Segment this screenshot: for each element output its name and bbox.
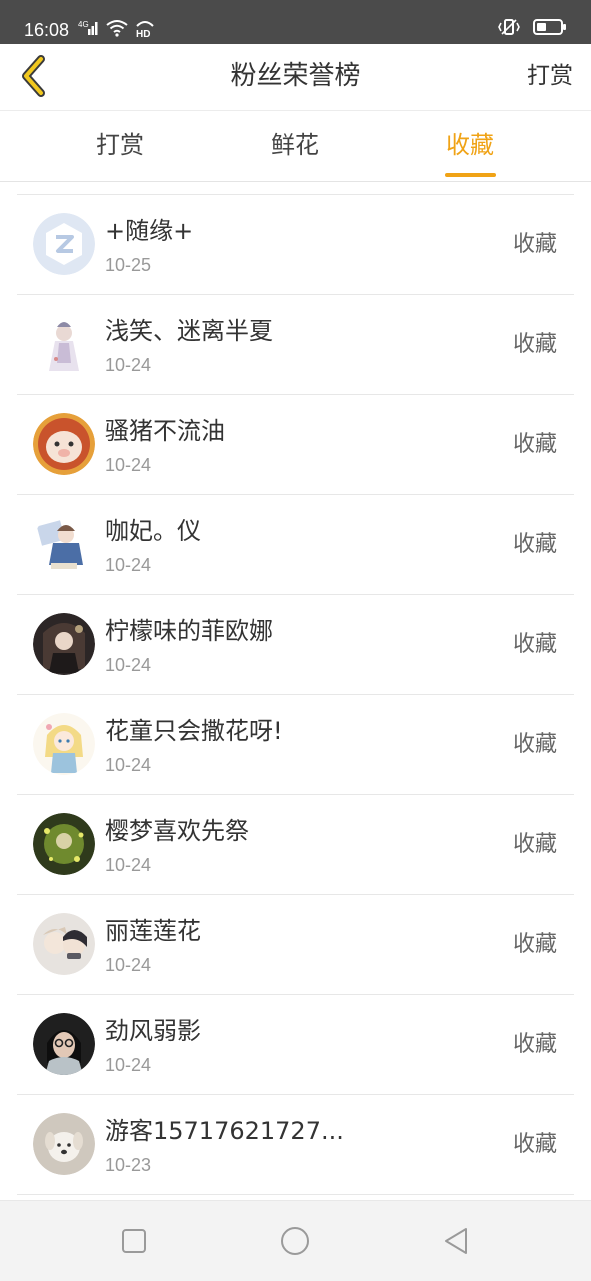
- fan-date: 10-24: [105, 955, 152, 975]
- fan-name: 丽莲莲花: [105, 917, 201, 945]
- list-item[interactable]: 劲风弱影 10-24 收藏: [17, 995, 574, 1095]
- avatar: [33, 1013, 95, 1075]
- page-title: 粉丝荣誉榜: [230, 61, 361, 91]
- list-item[interactable]: 游客15717621727... 10-23 收藏: [17, 1095, 574, 1195]
- vibrate-icon: [498, 19, 520, 35]
- fan-list: +随缘+ 10-25 收藏 浅笑、迷离半夏 10-24 收藏 骚猪不流油 10-…: [0, 195, 591, 1195]
- tab-favorites[interactable]: 收藏: [410, 127, 530, 163]
- avatar: [33, 913, 95, 975]
- tip-button[interactable]: 打赏: [527, 59, 573, 93]
- fan-action-label: 收藏: [512, 532, 557, 557]
- fan-action-label: 收藏: [512, 732, 557, 757]
- triangle-back-icon[interactable]: [440, 1225, 472, 1257]
- list-item[interactable]: 柠檬味的菲欧娜 10-24 收藏: [17, 595, 574, 695]
- circle-icon[interactable]: [279, 1225, 311, 1257]
- fan-name: +随缘+: [105, 217, 194, 245]
- active-tab-indicator: [445, 173, 496, 177]
- fan-name: 柠檬味的菲欧娜: [105, 617, 273, 645]
- list-item[interactable]: 樱梦喜欢先祭 10-24 收藏: [17, 795, 574, 895]
- status-bar: 16:08 4G HD: [0, 0, 591, 44]
- fan-name: 樱梦喜欢先祭: [105, 817, 249, 845]
- fan-date: 10-23: [105, 1155, 152, 1175]
- avatar: [33, 413, 95, 475]
- list-item[interactable]: +随缘+ 10-25 收藏: [17, 195, 574, 295]
- status-time: 16:08: [24, 20, 70, 40]
- fan-action-label: 收藏: [512, 1132, 557, 1157]
- avatar: [33, 713, 95, 775]
- list-item[interactable]: 浅笑、迷离半夏 10-24 收藏: [17, 295, 574, 395]
- fan-name: 花童只会撒花呀!: [105, 717, 283, 745]
- fan-action-label: 收藏: [512, 632, 557, 657]
- status-right-icons: [497, 18, 567, 36]
- system-nav-bar: [0, 1200, 591, 1281]
- avatar: [33, 513, 95, 575]
- avatar: [33, 313, 95, 375]
- fan-date: 10-24: [105, 755, 152, 775]
- fan-date: 10-24: [105, 455, 152, 475]
- fan-name: 骚猪不流油: [105, 417, 225, 445]
- list-item[interactable]: 咖妃。仪 10-24 收藏: [17, 495, 574, 595]
- avatar: [33, 213, 95, 275]
- tab-bar: 打赏 鲜花 收藏: [0, 111, 591, 182]
- fan-date: 10-24: [105, 355, 152, 375]
- avatar: [33, 1113, 95, 1175]
- fan-action-label: 收藏: [512, 232, 557, 257]
- list-item[interactable]: 花童只会撒花呀! 10-24 收藏: [17, 695, 574, 795]
- list-item[interactable]: 骚猪不流油 10-24 收藏: [17, 395, 574, 495]
- signal-icon: 4G: [78, 20, 98, 35]
- tab-tip[interactable]: 打赏: [60, 127, 180, 163]
- list-item[interactable]: 丽莲莲花 10-24 收藏: [17, 895, 574, 995]
- square-icon[interactable]: [118, 1225, 150, 1257]
- hd-icon: HD: [136, 21, 154, 38]
- fan-date: 10-24: [105, 1055, 152, 1075]
- fan-name: 劲风弱影: [105, 1017, 201, 1045]
- fan-date: 10-25: [105, 255, 152, 275]
- svg-text:4G: 4G: [78, 20, 89, 29]
- avatar: [33, 813, 95, 875]
- wifi-icon: [106, 20, 128, 37]
- tab-flowers[interactable]: 鲜花: [235, 127, 355, 163]
- fan-action-label: 收藏: [512, 432, 557, 457]
- fan-name: 游客15717621727...: [105, 1117, 344, 1145]
- fan-date: 10-24: [105, 555, 152, 575]
- fan-date: 10-24: [105, 855, 152, 875]
- top-bar: 粉丝荣誉榜 打赏: [0, 44, 591, 111]
- status-left-icons: 4G HD: [78, 18, 156, 38]
- fan-action-label: 收藏: [512, 932, 557, 957]
- svg-text:HD: HD: [136, 29, 150, 38]
- battery-icon: [533, 19, 566, 35]
- fan-date: 10-24: [105, 655, 152, 675]
- fan-action-label: 收藏: [512, 332, 557, 357]
- fan-action-label: 收藏: [512, 1032, 557, 1057]
- avatar: [33, 613, 95, 675]
- fan-name: 咖妃。仪: [105, 517, 201, 545]
- fan-name: 浅笑、迷离半夏: [105, 317, 273, 345]
- fan-action-label: 收藏: [512, 832, 557, 857]
